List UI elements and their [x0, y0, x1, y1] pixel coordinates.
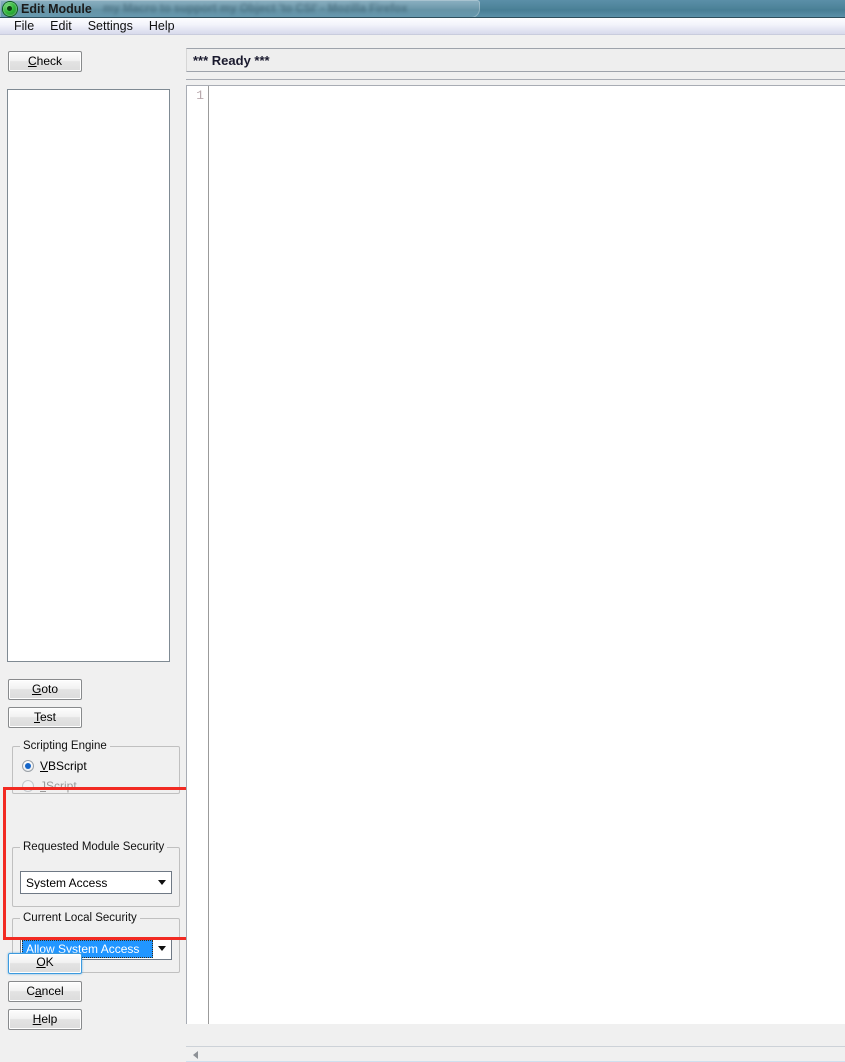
menu-item-edit[interactable]: Edit — [42, 18, 80, 34]
ok-button-accel: O — [36, 955, 46, 969]
code-editor[interactable]: 1 — [186, 85, 845, 1024]
radio-jscript-label: JScript — [40, 779, 77, 793]
check-button-accel: C — [27, 54, 37, 68]
goto-button-label-rest: oto — [41, 682, 59, 696]
help-button[interactable]: Help — [8, 1009, 82, 1030]
editor-gutter-divider — [208, 86, 209, 1024]
test-button-label-rest: est — [39, 710, 56, 724]
background-window-title: my Macro to support my Object 'to CSI' -… — [103, 3, 408, 15]
ok-button-label-rest: K — [45, 955, 54, 969]
radio-vbscript-label: VBScript — [40, 759, 87, 773]
radio-jscript[interactable]: JScript — [22, 779, 77, 793]
editor-line-number: 1 — [196, 88, 204, 103]
module-listbox[interactable] — [7, 89, 170, 662]
cancel-button-label-rest: ncel — [41, 984, 64, 998]
scroll-left-arrow-icon[interactable] — [187, 1048, 203, 1061]
test-button[interactable]: Test — [8, 707, 82, 728]
menu-item-help[interactable]: Help — [141, 18, 183, 34]
scripting-engine-group-title: Scripting Engine — [20, 740, 110, 752]
green-circle-icon — [3, 2, 17, 16]
editor-horizontal-scrollbar[interactable] — [186, 1046, 845, 1062]
cancel-button-accel: a — [34, 984, 42, 998]
radio-jscript-indicator — [22, 780, 34, 792]
menu-item-file[interactable]: File — [6, 18, 42, 34]
menu-item-settings[interactable]: Settings — [80, 18, 141, 34]
menu-bar: File Edit Settings Help — [0, 18, 845, 35]
current-local-security-title: Current Local Security — [20, 912, 140, 924]
radio-vbscript-indicator — [22, 760, 34, 772]
title-bar: my Macro to support my Object 'to CSI' -… — [0, 0, 845, 18]
goto-button-accel: G — [31, 682, 42, 696]
client-area: Check *** Ready *** Goto Test Scripting … — [0, 36, 845, 1062]
window-title: Edit Module — [21, 2, 92, 16]
requested-module-security-select[interactable]: System Access — [20, 871, 172, 894]
status-field: *** Ready *** — [186, 48, 845, 72]
check-button[interactable]: Check — [8, 51, 82, 72]
check-button-label-rest: heck — [36, 54, 63, 68]
radio-vbscript[interactable]: VBScript — [22, 759, 87, 773]
requested-module-security-value: System Access — [26, 876, 108, 889]
cancel-button-label-start: C — [26, 984, 35, 998]
cancel-button[interactable]: Cancel — [8, 981, 82, 1002]
chevron-down-icon[interactable] — [153, 946, 171, 951]
status-field-spacer — [186, 72, 845, 80]
help-button-label-rest: elp — [41, 1012, 58, 1026]
chevron-down-icon[interactable] — [153, 880, 171, 885]
goto-button[interactable]: Goto — [8, 679, 82, 700]
ok-button[interactable]: OK — [8, 953, 82, 974]
requested-module-security-title: Requested Module Security — [20, 841, 168, 853]
editor-gutter: 1 — [187, 86, 208, 1024]
